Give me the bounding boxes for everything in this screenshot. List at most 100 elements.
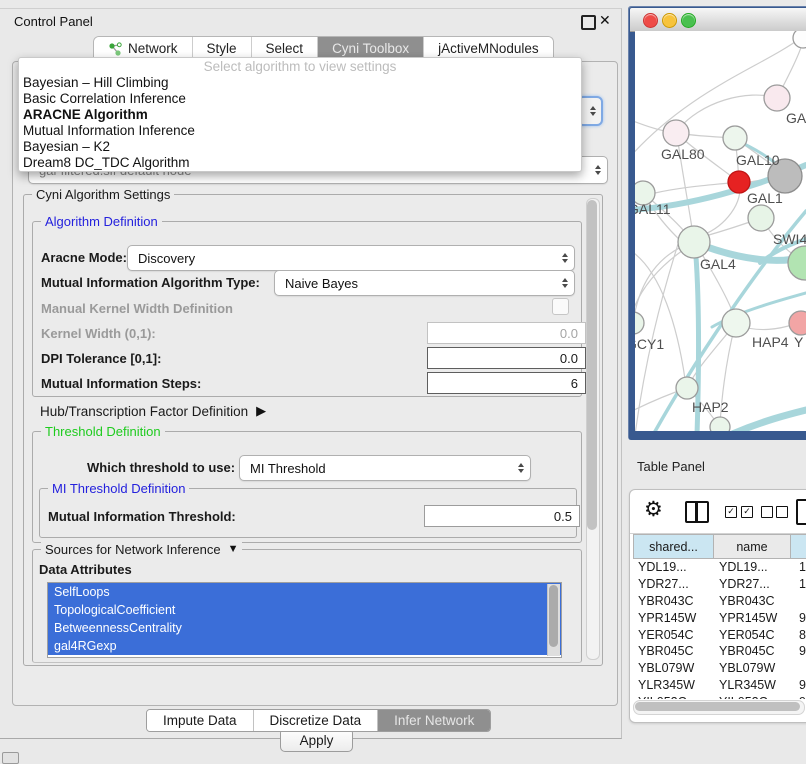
split-columns-icon[interactable] bbox=[685, 501, 709, 523]
network-window-titlebar[interactable] bbox=[630, 8, 806, 32]
collapsed-arrow-icon: ▶ bbox=[256, 403, 266, 419]
manual-kernel-width-label: Manual Kernel Width Definition bbox=[41, 301, 233, 316]
dpi-tolerance-label: DPI Tolerance [0,1]: bbox=[41, 351, 161, 366]
table-cell: 13 bbox=[796, 560, 806, 574]
table-panel: ⚙ ✓ ✓ shared...name YDL19...YDL19...13YD… bbox=[629, 489, 806, 723]
network-node[interactable] bbox=[793, 31, 806, 48]
collapsed-panel-chip[interactable] bbox=[2, 752, 19, 764]
table-cell: 9. bbox=[796, 678, 806, 692]
table-row[interactable]: YLR345WYLR345W9. bbox=[633, 677, 806, 694]
hub-definition-expander[interactable]: Hub/Transcription Factor Definition ▶ bbox=[40, 403, 266, 419]
tab-label: Style bbox=[207, 41, 237, 56]
network-node[interactable] bbox=[748, 205, 774, 231]
table-panel-title: Table Panel bbox=[637, 459, 705, 474]
network-edge bbox=[730, 410, 806, 431]
table-row[interactable]: YDR27...YDR27...12 bbox=[633, 576, 806, 593]
mi-threshold-field[interactable]: 0.5 bbox=[424, 505, 580, 527]
network-node[interactable] bbox=[723, 126, 747, 150]
bottom-tab-infer-network[interactable]: Infer Network bbox=[378, 710, 490, 731]
document-icon[interactable] bbox=[796, 499, 806, 525]
column-header-shared[interactable]: shared... bbox=[633, 534, 714, 559]
group-title: Cyni Algorithm Settings bbox=[32, 187, 174, 202]
network-edge bbox=[655, 183, 729, 193]
attribute-item-betweennesscentrality[interactable]: BetweennessCentrality bbox=[48, 619, 561, 637]
network-icon bbox=[108, 42, 122, 56]
attribute-items: SelfLoopsTopologicalCoefficientBetweenne… bbox=[48, 583, 561, 655]
zoom-traffic-light[interactable] bbox=[681, 13, 696, 28]
bottom-tab-impute-data[interactable]: Impute Data bbox=[147, 710, 254, 731]
network-node[interactable] bbox=[764, 85, 790, 111]
data-attributes-list[interactable]: SelfLoopsTopologicalCoefficientBetweenne… bbox=[47, 582, 562, 658]
table-row[interactable]: YDL19...YDL19...13 bbox=[633, 559, 806, 576]
dropdown-item-bayesian-k2[interactable]: Bayesian – K2 bbox=[19, 139, 581, 155]
table-cell: YER054C bbox=[633, 628, 718, 642]
group-title: MI Threshold Definition bbox=[48, 481, 189, 496]
float-window-icon[interactable] bbox=[581, 15, 596, 30]
network-node[interactable] bbox=[722, 309, 750, 337]
attributes-scrollbar-thumb[interactable] bbox=[549, 585, 558, 647]
network-node[interactable] bbox=[710, 417, 730, 431]
node-label-swi4: SWI4 bbox=[773, 231, 806, 247]
dropdown-item-dream8-dc-tdc-algorithm[interactable]: Dream8 DC_TDC Algorithm bbox=[19, 155, 581, 171]
dropdown-items: Bayesian – Hill ClimbingBasic Correlatio… bbox=[19, 75, 581, 171]
close-icon[interactable]: ✕ bbox=[599, 12, 611, 29]
node-label-gal80: GAL80 bbox=[661, 146, 705, 162]
settings-scrollbar-thumb[interactable] bbox=[587, 200, 597, 530]
network-node[interactable] bbox=[789, 311, 806, 335]
attributes-scrollbar[interactable] bbox=[547, 584, 560, 656]
dropdown-prompt: Select algorithm to view settings bbox=[19, 58, 581, 75]
network-node[interactable] bbox=[663, 120, 689, 146]
unchecked-checkbox-icon[interactable] bbox=[776, 506, 788, 518]
column-header-item[interactable] bbox=[791, 534, 806, 559]
which-threshold-label: Which threshold to use: bbox=[87, 460, 235, 475]
network-node[interactable] bbox=[788, 246, 806, 280]
table-toolbar: ⚙ ✓ ✓ bbox=[630, 490, 806, 534]
table-horizontal-scrollbar[interactable] bbox=[633, 700, 805, 715]
table-cell: 9. bbox=[796, 611, 806, 625]
close-traffic-light[interactable] bbox=[643, 13, 658, 28]
kernel-width-label: Kernel Width (0,1): bbox=[41, 326, 156, 341]
attribute-item-gal4rgexp[interactable]: gal4RGexp bbox=[48, 637, 561, 655]
which-threshold-combo[interactable]: MI Threshold bbox=[239, 455, 531, 481]
mi-algorithm-type-combo[interactable]: Naive Bayes bbox=[274, 270, 575, 296]
table-row[interactable]: YIL052CYIL052C9. bbox=[633, 693, 806, 699]
table-cell: YIL052C bbox=[633, 695, 718, 699]
table-cell: 12 bbox=[796, 577, 806, 591]
table-header-row: shared...name bbox=[633, 534, 806, 559]
table-row[interactable]: YBR045CYBR045C9. bbox=[633, 643, 806, 660]
table-row[interactable]: YBL079WYBL079W bbox=[633, 660, 806, 677]
column-header-name[interactable]: name bbox=[714, 534, 791, 559]
aracne-mode-combo[interactable]: Discovery bbox=[127, 245, 575, 271]
network-node[interactable] bbox=[676, 377, 698, 399]
table-row[interactable]: YPR145WYPR145W9. bbox=[633, 609, 806, 626]
aracne-mode-label: Aracne Mode: bbox=[41, 250, 127, 265]
gear-icon[interactable]: ⚙ bbox=[644, 497, 663, 522]
dropdown-item-mutual-information-inference[interactable]: Mutual Information Inference bbox=[19, 123, 581, 139]
table-row[interactable]: YER054CYER054C8. bbox=[633, 626, 806, 643]
network-canvas[interactable]: GALGAL80GAL10GAL1GAL11SWI4GAL4GCY1HAP4YH… bbox=[635, 31, 806, 431]
attribute-item-selfloops[interactable]: SelfLoops bbox=[48, 583, 561, 601]
bottom-tab-discretize-data[interactable]: Discretize Data bbox=[254, 710, 379, 731]
table-scrollbar-thumb[interactable] bbox=[635, 702, 800, 711]
dropdown-item-aracne-algorithm[interactable]: ARACNE Algorithm bbox=[19, 107, 581, 123]
sources-expander[interactable]: Sources for Network Inference ▼ bbox=[41, 542, 242, 557]
mi-threshold-label: Mutual Information Threshold: bbox=[48, 509, 236, 524]
checked-checkbox-icon[interactable]: ✓ bbox=[741, 506, 753, 518]
table-row[interactable]: YBR043CYBR043C bbox=[633, 593, 806, 610]
unchecked-checkbox-icon[interactable] bbox=[761, 506, 773, 518]
table-rows: YDL19...YDL19...13YDR27...YDR27...12YBR0… bbox=[633, 559, 806, 699]
kernel-width-field[interactable]: 0.0 bbox=[427, 322, 586, 344]
network-node[interactable] bbox=[678, 226, 710, 258]
minimize-traffic-light[interactable] bbox=[662, 13, 677, 28]
mi-steps-field[interactable]: 6 bbox=[427, 372, 586, 394]
checked-checkbox-icon[interactable]: ✓ bbox=[725, 506, 737, 518]
network-node[interactable] bbox=[635, 312, 644, 334]
settings-scrollbar[interactable] bbox=[586, 198, 600, 660]
dropdown-item-basic-correlation-inference[interactable]: Basic Correlation Inference bbox=[19, 91, 581, 107]
attribute-item-topologicalcoefficient[interactable]: TopologicalCoefficient bbox=[48, 601, 561, 619]
node-label-gal1: GAL1 bbox=[747, 190, 783, 206]
dropdown-item-bayesian-hill-climbing[interactable]: Bayesian – Hill Climbing bbox=[19, 75, 581, 91]
algorithm-dropdown-list: Select algorithm to view settings Bayesi… bbox=[18, 57, 582, 172]
dpi-tolerance-field[interactable]: 0.0 bbox=[427, 347, 586, 369]
manual-kernel-width-checkbox[interactable] bbox=[552, 298, 569, 315]
